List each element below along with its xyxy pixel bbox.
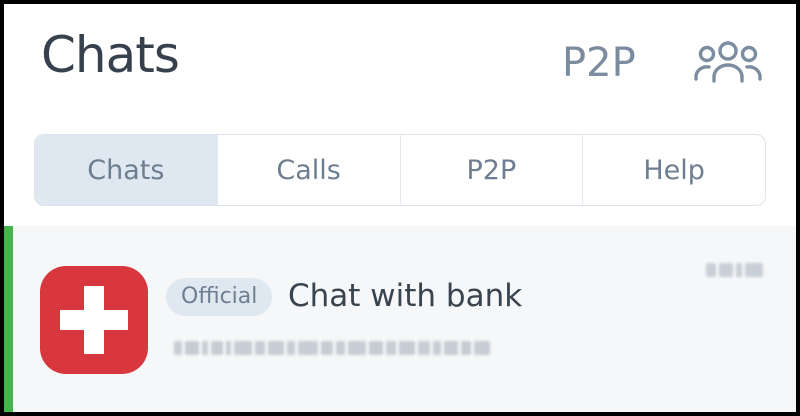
- tab-chats[interactable]: Chats: [35, 135, 218, 205]
- tab-help[interactable]: Help: [583, 135, 765, 205]
- p2p-link[interactable]: P2P: [562, 40, 636, 86]
- chat-list-item[interactable]: Official Chat with bank: [4, 226, 796, 412]
- unread-indicator: [4, 226, 13, 412]
- tab-p2p[interactable]: P2P: [401, 135, 584, 205]
- official-badge: Official: [166, 278, 273, 316]
- message-preview: [174, 337, 594, 359]
- chat-name: Chat with bank: [288, 278, 523, 314]
- avatar: [40, 266, 148, 374]
- tab-calls[interactable]: Calls: [218, 135, 401, 205]
- page-title: Chats: [41, 26, 180, 84]
- people-group-icon: [694, 41, 762, 83]
- contacts-button[interactable]: [692, 38, 764, 88]
- swiss-cross-icon: [60, 286, 128, 354]
- chats-screen: Chats P2P Chats Calls P2P Help Official …: [4, 4, 796, 412]
- header: Chats P2P: [4, 4, 796, 124]
- tab-bar: Chats Calls P2P Help: [34, 134, 766, 206]
- message-time: [706, 260, 774, 280]
